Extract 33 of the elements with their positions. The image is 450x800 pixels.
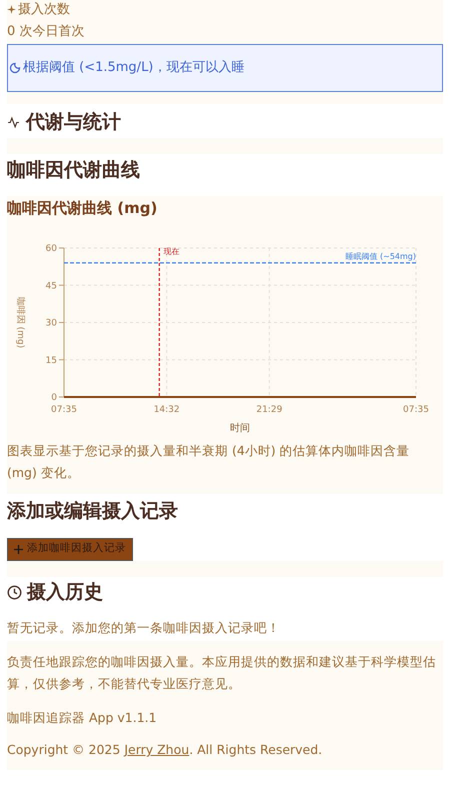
copyright-text: Copyright © 2025 Jerry Zhou. All Rights Reserved. (7, 741, 324, 760)
y-tick-label: 30 (46, 318, 57, 328)
x-tick-label: 07:35 (51, 404, 77, 414)
y-axis-label: 咖啡因 (mg) (15, 296, 25, 348)
x-tick-label: 21:29 (256, 404, 282, 414)
section-title: 代谢与统计 (26, 110, 121, 135)
empty-history-text: 暂无记录。添加您的第一条咖啡因摄入记录吧！ (7, 618, 281, 636)
plus-icon (14, 544, 23, 554)
section-title: 添加或编辑摄入记录 (7, 498, 179, 524)
section-title: 咖啡因代谢曲线 (7, 158, 141, 183)
threshold-label: 睡眠阈值 (~54mg) (345, 251, 416, 260)
y-tick-label: 15 (46, 355, 57, 366)
x-tick-label: 14:32 (154, 404, 180, 414)
card-title: 咖啡因代谢曲线 (mg) (7, 198, 158, 219)
add-record-button[interactable]: 添加咖啡因摄入记录 (7, 538, 133, 560)
stat-value: 0 次今日首次 (7, 22, 86, 40)
x-axis-label: 时间 (230, 422, 250, 434)
moon-icon (9, 62, 21, 74)
section-title: 摄入历史 (27, 580, 103, 606)
chart-note: 图表显示基于您记录的摄入量和半衰期 (4小时) 的估算体内咖啡因含量 (mg) 变化。 (7, 442, 411, 482)
disclaimer-text: 负责任地跟踪您的咖啡因摄入量。本应用提供的数据和建议基于科学模型估算，仅供参考，不能替代专业医疗意见。 (7, 652, 437, 692)
now-marker-label: 现在 (163, 246, 180, 256)
activity-icon (7, 116, 20, 128)
sparkle-icon (7, 5, 16, 14)
version-text: 咖啡因追踪器 App v1.1.1 (7, 708, 158, 727)
sleep-notice-text: 根据阈值 (<1.5mg/L)，现在可以入睡 (23, 59, 244, 78)
stat-label: 摄入次数 (18, 1, 70, 19)
y-tick-label: 0 (51, 392, 57, 402)
y-tick-label: 60 (46, 244, 57, 254)
x-tick-label: 07:35 (403, 404, 429, 414)
clock-icon (7, 585, 22, 600)
y-tick-label: 45 (46, 280, 57, 291)
author-link[interactable]: Jerry Zhou (124, 742, 190, 758)
